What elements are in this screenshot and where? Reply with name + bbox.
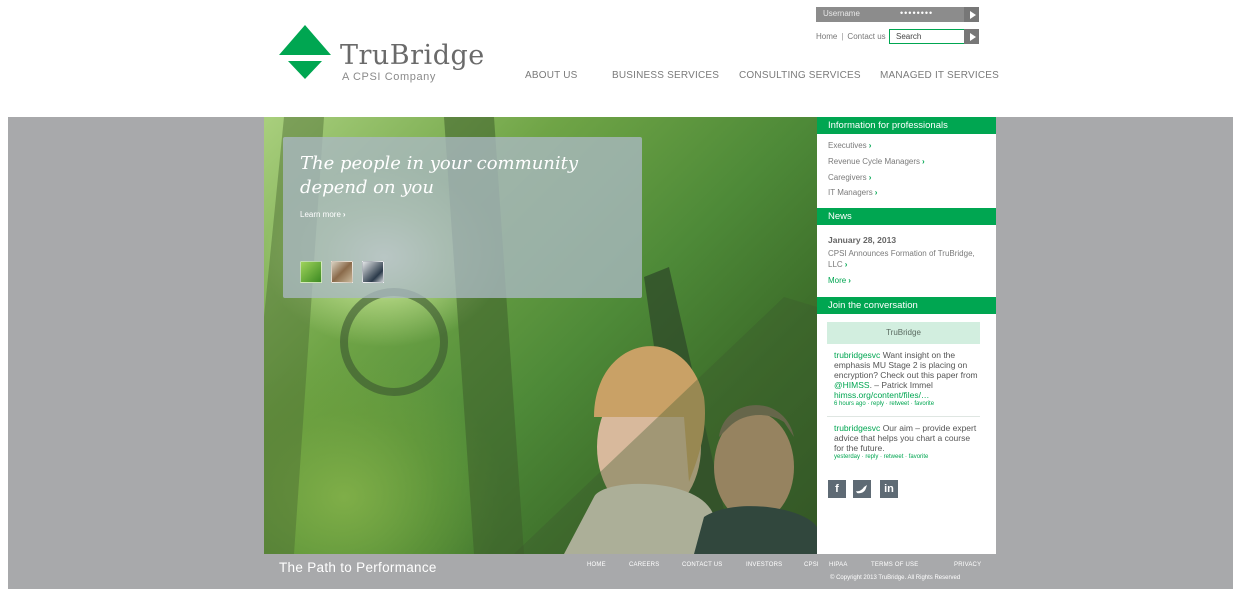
- link-revenue-cycle-managers[interactable]: Revenue Cycle Managers ›: [828, 157, 925, 166]
- util-link-separator: |: [841, 32, 844, 41]
- footer-link-privacy[interactable]: PRIVACY: [954, 562, 981, 568]
- tweet-text-2: . – Patrick Immel: [869, 380, 933, 390]
- footer-link-home[interactable]: HOME: [587, 562, 606, 568]
- tweet-divider: [827, 416, 980, 417]
- link-label: Executives: [828, 141, 867, 150]
- news-headline: CPSI Announces Formation of TruBridge, L…: [828, 249, 975, 269]
- chevron-right-icon: ›: [342, 210, 346, 219]
- util-link-contact[interactable]: Contact us: [847, 32, 885, 41]
- search-input[interactable]: Search: [889, 29, 972, 44]
- footer-link-careers[interactable]: CAREERS: [629, 562, 659, 568]
- login-submit-button[interactable]: [964, 7, 979, 22]
- bird-icon: [856, 485, 867, 494]
- util-link-home[interactable]: Home: [816, 32, 837, 41]
- footer-tagline: The Path to Performance: [279, 560, 437, 575]
- tweet-meta[interactable]: 6 hours ago · reply · retweet · favorite: [834, 400, 980, 409]
- hero-headline: The people in your community depend on y…: [300, 153, 579, 198]
- facebook-icon[interactable]: f: [828, 480, 846, 498]
- learn-more-label: Learn more: [300, 210, 341, 219]
- footer-link-terms[interactable]: TERMS OF USE: [871, 562, 918, 568]
- footer-link-contact-us[interactable]: CONTACT US: [682, 562, 722, 568]
- link-executives[interactable]: Executives ›: [828, 141, 871, 150]
- linkedin-icon[interactable]: in: [880, 480, 898, 498]
- trubridge-logo-icon[interactable]: [279, 25, 331, 79]
- chevron-right-icon: ›: [868, 141, 872, 150]
- logo-wordmark[interactable]: TruBridge: [340, 40, 485, 71]
- professionals-heading: Information for professionals: [817, 117, 996, 134]
- tweet-1: trubridgesvc Want insight on the emphasi…: [834, 350, 980, 409]
- arrow-right-icon: [969, 32, 976, 41]
- tweet-2: trubridgesvc Our aim – provide expert ad…: [834, 423, 980, 462]
- hero-learn-more-link[interactable]: Learn more ›: [300, 210, 346, 219]
- footer-copyright: © Copyright 2013 TruBridge. All Rights R…: [830, 575, 961, 581]
- chevron-right-icon: ›: [868, 173, 872, 182]
- conversation-heading: Join the conversation: [817, 297, 996, 314]
- footer-link-cpsi[interactable]: CPSI: [804, 562, 819, 568]
- site-header: TruBridge A CPSI Company Username ••••••…: [0, 0, 1241, 117]
- tweet-mention[interactable]: @HIMSS: [834, 380, 870, 390]
- tweet-handle[interactable]: trubridgesvc: [834, 350, 880, 360]
- arrow-right-icon: [969, 10, 976, 19]
- news-heading: News: [817, 208, 996, 225]
- chevron-right-icon: ›: [844, 260, 848, 269]
- news-date: January 28, 2013: [828, 235, 897, 245]
- nav-consulting-services[interactable]: CONSULTING SERVICES: [739, 70, 861, 81]
- logo-subtitle: A CPSI Company: [342, 71, 436, 83]
- link-caregivers[interactable]: Caregivers ›: [828, 173, 871, 182]
- link-label: Caregivers: [828, 173, 867, 182]
- twitter-icon[interactable]: [853, 480, 871, 498]
- password-input[interactable]: ••••••••: [900, 8, 933, 18]
- search-button[interactable]: [964, 29, 979, 44]
- twitter-feed-title: TruBridge: [827, 322, 980, 344]
- footer-link-hipaa[interactable]: HIPAA: [829, 562, 848, 568]
- news-more-link[interactable]: More ›: [828, 276, 851, 285]
- chevron-right-icon: ›: [848, 276, 851, 285]
- nav-managed-it-services[interactable]: MANAGED IT SERVICES: [880, 70, 999, 81]
- hero-thumbnail-1[interactable]: [300, 261, 322, 283]
- footer-link-investors[interactable]: INVESTORS: [746, 562, 782, 568]
- chevron-right-icon: ›: [874, 188, 878, 197]
- nav-business-services[interactable]: BUSINESS SERVICES: [612, 70, 719, 81]
- login-bar: Username ••••••••: [816, 7, 979, 22]
- link-label: Revenue Cycle Managers: [828, 157, 921, 166]
- chevron-right-icon: ›: [922, 157, 925, 166]
- tweet-link[interactable]: himss.org/content/files/…: [834, 390, 980, 400]
- link-it-managers[interactable]: IT Managers ›: [828, 188, 877, 197]
- news-headline-link[interactable]: CPSI Announces Formation of TruBridge, L…: [828, 248, 986, 270]
- hero-thumbnail-3[interactable]: [362, 261, 384, 283]
- utility-links: Home | Contact us: [816, 32, 886, 41]
- news-more-label: More: [828, 276, 847, 285]
- username-input[interactable]: Username: [823, 9, 860, 18]
- hero-thumbnail-2[interactable]: [331, 261, 353, 283]
- link-label: IT Managers: [828, 188, 873, 197]
- tweet-handle[interactable]: trubridgesvc: [834, 423, 880, 433]
- tweet-meta[interactable]: yesterday · reply · retweet · favorite: [834, 453, 980, 462]
- nav-about-us[interactable]: ABOUT US: [525, 70, 578, 81]
